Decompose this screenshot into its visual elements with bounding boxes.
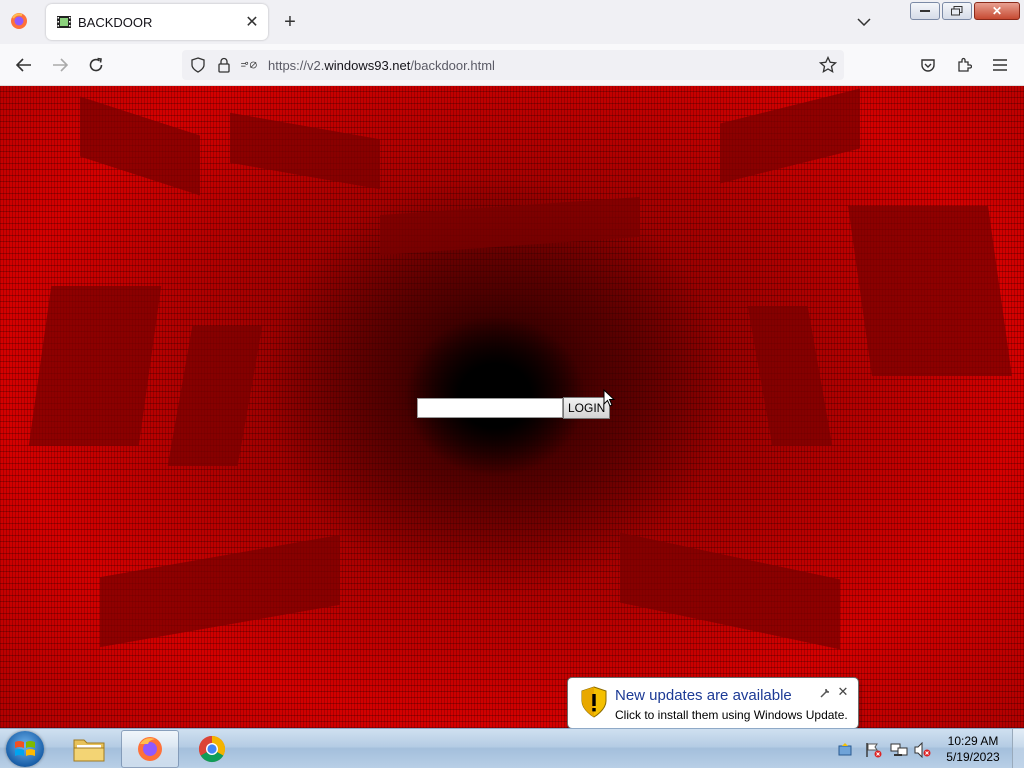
- tunnel-block: [620, 532, 840, 650]
- firefox-view-icon[interactable]: [8, 10, 30, 32]
- system-clock[interactable]: 10:29 AM 5/19/2023: [944, 733, 1002, 765]
- minimize-button[interactable]: [910, 2, 940, 20]
- new-tab-button[interactable]: +: [278, 10, 302, 34]
- reload-button[interactable]: [84, 53, 108, 77]
- tunnel-block: [380, 196, 640, 256]
- chrome-icon: [198, 735, 226, 763]
- password-input[interactable]: [417, 398, 563, 418]
- warning-shield-icon: [581, 686, 607, 718]
- close-window-button[interactable]: ✕: [974, 2, 1020, 20]
- mouse-cursor-icon: [603, 389, 615, 407]
- permissions-icon[interactable]: [240, 55, 260, 75]
- restore-button[interactable]: [942, 2, 972, 20]
- tunnel-canvas[interactable]: LOGIN: [0, 86, 1024, 728]
- tunnel-block: [230, 112, 380, 190]
- address-bar[interactable]: https://v2.windows93.net/backdoor.html: [182, 50, 844, 80]
- login-form: LOGIN: [417, 397, 611, 419]
- clock-time: 10:29 AM: [947, 734, 999, 748]
- start-button[interactable]: [6, 731, 44, 767]
- bookmark-star-icon[interactable]: [818, 55, 838, 75]
- film-favicon-icon: [56, 14, 72, 30]
- hamburger-menu-icon[interactable]: [988, 53, 1012, 77]
- url-path: /backdoor.html: [410, 57, 495, 73]
- volume-muted-icon[interactable]: [914, 741, 932, 759]
- extensions-icon[interactable]: [952, 53, 976, 77]
- windows-update-tray-icon[interactable]: [836, 741, 854, 759]
- taskbar-firefox[interactable]: [121, 730, 179, 768]
- clock-date: 5/19/2023: [946, 750, 1000, 764]
- update-notification[interactable]: New updates are available Click to insta…: [567, 677, 859, 742]
- action-center-flag-icon[interactable]: [865, 741, 883, 759]
- tab-strip: BACKDOOR ✕ + ✕: [0, 0, 1024, 44]
- url-domain: windows93.net: [324, 57, 411, 73]
- tunnel-block: [167, 326, 263, 466]
- tab-title: BACKDOOR: [78, 14, 153, 30]
- tunnel-block: [720, 88, 860, 184]
- close-icon[interactable]: ✕: [836, 684, 850, 699]
- lock-icon[interactable]: [214, 55, 234, 75]
- windows-logo-icon: [15, 741, 35, 756]
- taskbar-file-explorer[interactable]: [60, 730, 118, 768]
- back-button[interactable]: [12, 53, 36, 77]
- window-controls: ✕: [910, 2, 1020, 20]
- firefox-icon: [138, 737, 162, 761]
- folder-icon: [73, 739, 105, 762]
- url-prefix: https://v2.: [268, 57, 325, 73]
- shield-icon[interactable]: [188, 55, 208, 75]
- chevron-down-icon[interactable]: [852, 12, 876, 32]
- taskbar: 10:29 AM 5/19/2023: [0, 728, 1024, 768]
- close-icon[interactable]: ✕: [242, 12, 262, 32]
- options-wrench-icon[interactable]: [818, 686, 832, 700]
- tunnel-block: [100, 534, 340, 648]
- tunnel-block: [848, 206, 1012, 376]
- pocket-icon[interactable]: [916, 53, 940, 77]
- tunnel-block: [28, 286, 162, 446]
- tunnel-block: [80, 96, 200, 196]
- url-text: https://v2.windows93.net/backdoor.html: [268, 58, 495, 73]
- forward-button[interactable]: [48, 53, 72, 77]
- taskbar-chrome[interactable]: [183, 730, 241, 768]
- tab-backdoor[interactable]: BACKDOOR ✕: [46, 4, 268, 40]
- tunnel-block: [747, 306, 833, 446]
- notification-title: New updates are available: [615, 687, 792, 704]
- network-icon[interactable]: [890, 741, 908, 759]
- navigation-toolbar: https://v2.windows93.net/backdoor.html: [0, 44, 1024, 86]
- notification-message: Click to install them using Windows Upda…: [615, 708, 848, 722]
- show-desktop-button[interactable]: [1012, 729, 1024, 768]
